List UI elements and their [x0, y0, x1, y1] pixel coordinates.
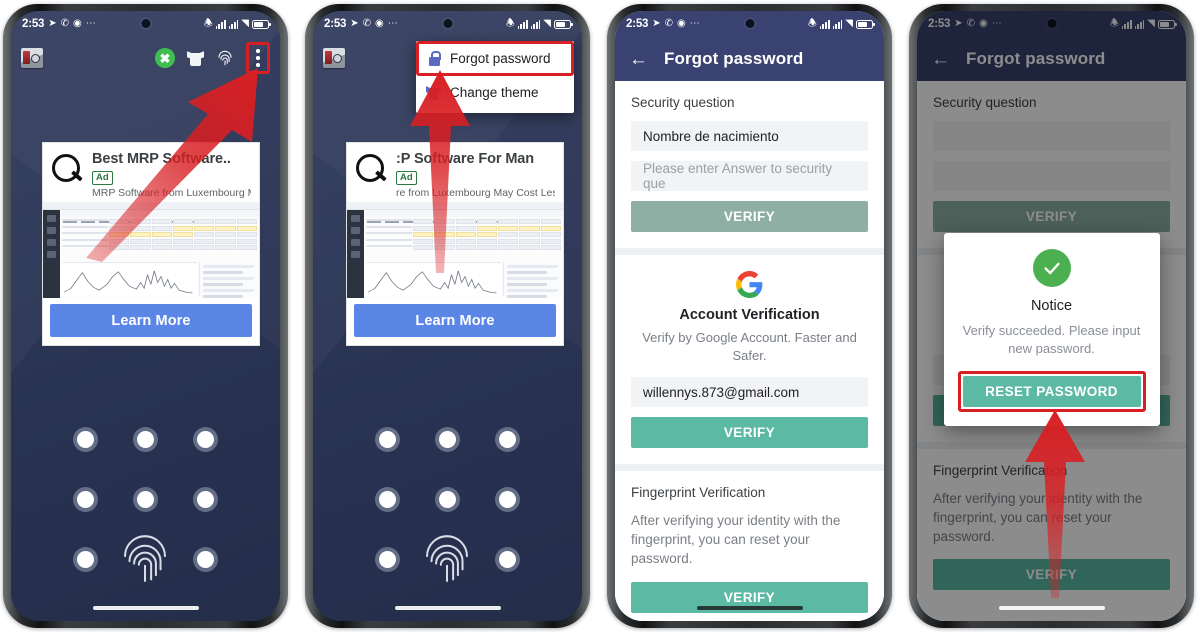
- pattern-dot[interactable]: [478, 469, 538, 529]
- app-bar: ← Forgot password: [615, 37, 884, 81]
- overflow-menu-icon: [256, 49, 260, 67]
- pattern-dot[interactable]: [176, 409, 236, 469]
- ad-card[interactable]: :P Software For Man Ad re from Luxembour…: [346, 142, 564, 347]
- pattern-dot[interactable]: [55, 529, 115, 589]
- pattern-dot[interactable]: [55, 409, 115, 469]
- ad-screenshot-image: [43, 202, 259, 299]
- pattern-dot[interactable]: [55, 469, 115, 529]
- page-title: Forgot password: [664, 49, 804, 68]
- menu-item-change-theme[interactable]: Change theme: [416, 76, 574, 109]
- page-content: Security question Nombre de nacimiento P…: [615, 81, 884, 621]
- section-divider: [615, 248, 884, 255]
- menu-item-forgot-password[interactable]: Forgot password: [416, 41, 574, 76]
- phone-4: 2:53 ➤ ✆ ◉ ⋯ 🕭 ◥ ← Forgot password Secur…: [909, 4, 1194, 628]
- camera-punch-hole: [443, 19, 452, 28]
- pattern-dot[interactable]: [357, 409, 417, 469]
- pattern-dot[interactable]: [176, 469, 236, 529]
- pattern-dot[interactable]: [115, 469, 175, 529]
- ad-title: :P Software For Man: [396, 151, 535, 167]
- ad-card[interactable]: Best MRP Software.. Ad MRP Software from…: [42, 142, 260, 347]
- magnifier-icon: [355, 153, 389, 187]
- ad-learn-more-button[interactable]: Learn More: [354, 304, 556, 338]
- google-section-desc: Verify by Google Account. Faster and Saf…: [642, 330, 857, 363]
- lock-icon: [427, 51, 441, 66]
- ad-title: Best MRP Software..: [92, 151, 231, 167]
- reset-password-highlight: RESET PASSWORD: [957, 370, 1146, 412]
- nav-gesture-pill[interactable]: [696, 606, 803, 610]
- reset-password-button[interactable]: RESET PASSWORD: [962, 375, 1141, 407]
- google-email-field[interactable]: willennys.873@gmail.com: [631, 377, 868, 408]
- fingerprint-unlock-icon[interactable]: [115, 529, 175, 589]
- section-divider: [615, 464, 884, 472]
- pattern-dot[interactable]: [357, 469, 417, 529]
- back-arrow-icon[interactable]: ←: [629, 50, 648, 69]
- ad-badge: Ad: [396, 171, 417, 186]
- fingerprint-unlock-icon[interactable]: [417, 529, 477, 589]
- notice-dialog: Notice Verify succeeded. Please input ne…: [943, 233, 1160, 426]
- magnifier-icon: [51, 153, 85, 187]
- fingerprint-section-desc: After verifying your identity with the f…: [631, 513, 841, 567]
- ad-subtitle: re from Luxembourg May Cost Less: [396, 187, 555, 200]
- google-verification-section: Account Verification Verify by Google Ac…: [615, 255, 884, 465]
- lock-toolbar: ✖: [11, 41, 280, 75]
- pattern-dot[interactable]: [115, 409, 175, 469]
- security-answer-input[interactable]: Please enter Answer to security que: [631, 161, 868, 191]
- pattern-lock-grid[interactable]: [313, 409, 582, 589]
- google-verify-button[interactable]: VERIFY: [631, 417, 868, 449]
- security-question-label: Security question: [631, 95, 735, 110]
- phone-4-screen: 2:53 ➤ ✆ ◉ ⋯ 🕭 ◥ ← Forgot password Secur…: [917, 11, 1186, 621]
- fingerprint-icon[interactable]: [216, 49, 234, 67]
- ad-learn-more-button[interactable]: Learn More: [50, 304, 252, 338]
- menu-item-label: Change theme: [450, 85, 539, 100]
- overflow-menu-button[interactable]: [246, 42, 270, 74]
- pattern-dot[interactable]: [357, 529, 417, 589]
- google-g-icon: [736, 271, 763, 298]
- ad-screenshot-image: [347, 202, 563, 299]
- vault-app-icon[interactable]: [323, 48, 345, 68]
- nav-gesture-pill[interactable]: [998, 606, 1105, 610]
- pattern-dot[interactable]: [176, 529, 236, 589]
- security-question-select[interactable]: Nombre de nacimiento: [631, 121, 868, 151]
- pattern-lock-grid[interactable]: [11, 409, 280, 589]
- camera-punch-hole: [745, 19, 754, 28]
- google-section-title: Account Verification: [679, 307, 820, 323]
- fingerprint-verification-section: Fingerprint Verification After verifying…: [615, 471, 884, 621]
- phone-3-screen: 2:53 ➤ ✆ ◉ ⋯ 🕭 ◥ ← Forgot password Secur…: [615, 11, 884, 621]
- phone-3: 2:53 ➤ ✆ ◉ ⋯ 🕭 ◥ ← Forgot password Secur…: [607, 4, 892, 628]
- phone-2-screen: 2:53 ➤ ✆ ◉ ⋯ 🕭 ◥ Forgot password Change …: [313, 11, 582, 621]
- camera-punch-hole: [141, 19, 150, 28]
- phone-2: 2:53 ➤ ✆ ◉ ⋯ 🕭 ◥ Forgot password Change …: [305, 4, 590, 628]
- screenshot-canvas: 2:53 ➤ ✆ ◉ ⋯ 🕭 ◥ ✖ Best MRP Software.. A…: [0, 0, 1200, 632]
- dialog-title: Notice: [1030, 298, 1073, 314]
- boost-icon[interactable]: ✖: [155, 48, 175, 68]
- security-question-section: Security question Nombre de nacimiento P…: [615, 81, 884, 248]
- dialog-message: Verify succeeded. Please input new passw…: [962, 323, 1141, 356]
- pattern-dot[interactable]: [417, 469, 477, 529]
- pattern-dot[interactable]: [478, 409, 538, 469]
- shirt-icon: [426, 85, 441, 100]
- phone-1: 2:53 ➤ ✆ ◉ ⋯ 🕭 ◥ ✖ Best MRP Software.. A…: [3, 4, 288, 628]
- pattern-dot[interactable]: [478, 529, 538, 589]
- phone-1-screen: 2:53 ➤ ✆ ◉ ⋯ 🕭 ◥ ✖ Best MRP Software.. A…: [11, 11, 280, 621]
- vault-app-icon[interactable]: [21, 48, 43, 68]
- pattern-dot[interactable]: [417, 409, 477, 469]
- nav-gesture-pill[interactable]: [92, 606, 199, 610]
- nav-gesture-pill[interactable]: [394, 606, 501, 610]
- success-check-icon: [1032, 249, 1071, 287]
- ad-subtitle: MRP Software from Luxembourg M..: [92, 187, 251, 200]
- theme-shirt-icon[interactable]: [187, 50, 204, 67]
- overflow-dropdown-menu: Forgot password Change theme: [416, 41, 574, 113]
- fingerprint-section-title: Fingerprint Verification: [631, 485, 766, 501]
- security-verify-button[interactable]: VERIFY: [631, 201, 868, 232]
- ad-badge: Ad: [92, 171, 113, 186]
- menu-item-label: Forgot password: [450, 51, 551, 66]
